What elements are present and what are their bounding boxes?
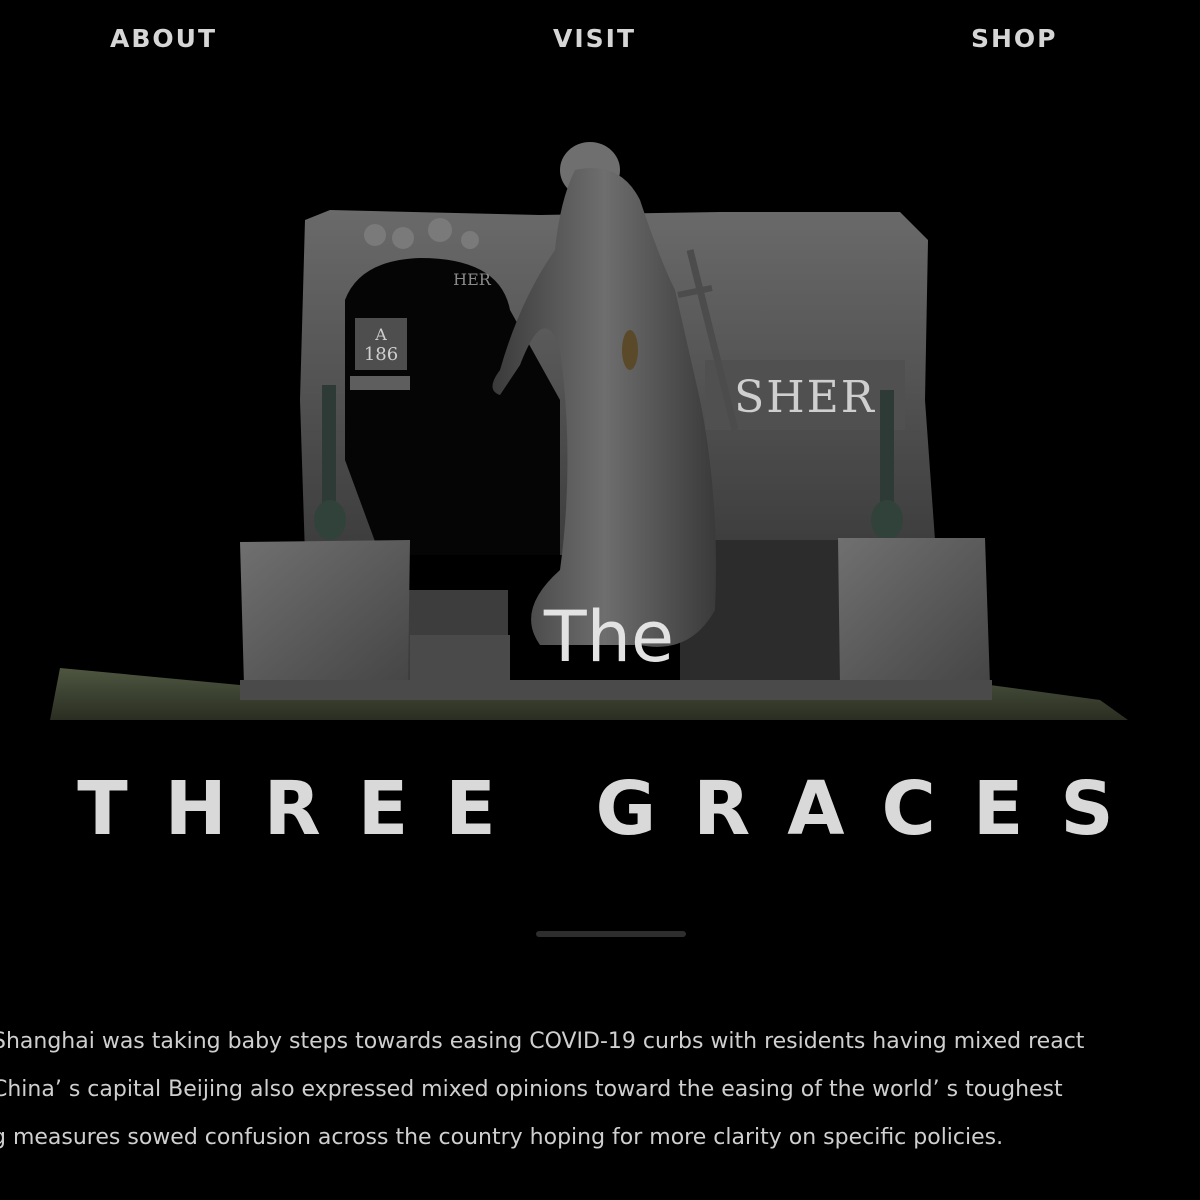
svg-text:HER: HER <box>453 270 492 289</box>
article-line: g measures sowed confusion across the co… <box>0 1125 1004 1150</box>
top-nav: ABOUT VISIT SHOP <box>0 0 1200 80</box>
svg-text:A: A <box>374 325 387 344</box>
svg-text:SHER: SHER <box>734 372 876 423</box>
nav-shop-link[interactable]: SHOP <box>971 24 1058 53</box>
hero-title-small: The <box>543 596 675 678</box>
base-slab <box>240 680 992 700</box>
article-line: Shanghai was taking baby steps towards e… <box>0 1029 1085 1054</box>
article-line: China’ s capital Beijing also expressed … <box>0 1077 1063 1102</box>
nav-visit-link[interactable]: VISIT <box>553 24 636 53</box>
svg-text:186: 186 <box>364 344 398 365</box>
article-paragraph: Shanghai was taking baby steps towards e… <box>0 1018 1200 1158</box>
hero-title-main: THREE GRACES <box>77 766 1151 852</box>
nav-about-link[interactable]: ABOUT <box>110 24 217 53</box>
scroll-indicator <box>536 931 686 937</box>
